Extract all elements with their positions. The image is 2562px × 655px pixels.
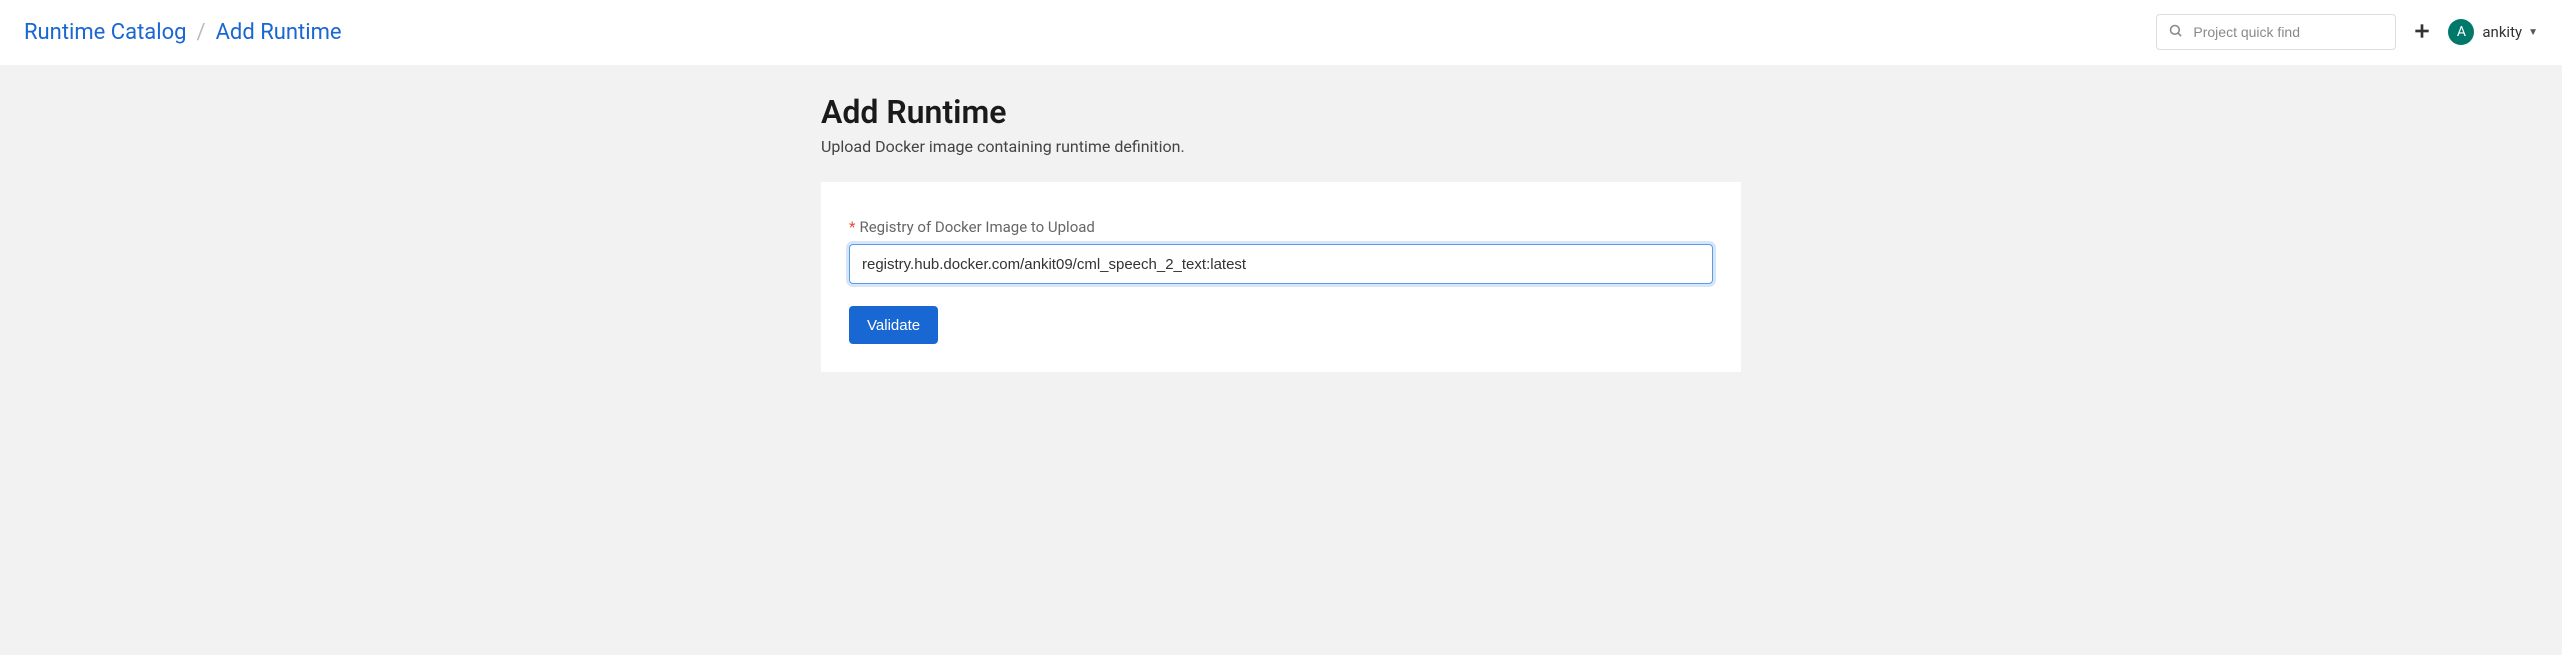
- header-actions: A ankity ▼: [2156, 14, 2538, 50]
- search-input[interactable]: [2156, 14, 2396, 50]
- avatar: A: [2448, 19, 2474, 45]
- validate-button[interactable]: Validate: [849, 306, 938, 344]
- page-subtitle: Upload Docker image containing runtime d…: [821, 137, 1741, 156]
- page-title: Add Runtime: [821, 93, 1741, 131]
- registry-input[interactable]: [849, 244, 1713, 284]
- search-wrap: [2156, 14, 2396, 50]
- user-menu[interactable]: A ankity ▼: [2448, 19, 2538, 45]
- form-card: *Registry of Docker Image to Upload Vali…: [821, 182, 1741, 372]
- add-button[interactable]: [2414, 20, 2430, 44]
- caret-down-icon: ▼: [2528, 27, 2538, 38]
- breadcrumb-root-link[interactable]: Runtime Catalog: [24, 20, 187, 45]
- user-name: ankity: [2482, 23, 2522, 41]
- breadcrumb-current-link[interactable]: Add Runtime: [216, 20, 342, 45]
- main-area: Add Runtime Upload Docker image containi…: [0, 65, 2562, 655]
- registry-field-label: *Registry of Docker Image to Upload: [849, 218, 1713, 236]
- breadcrumb-separator: /: [187, 20, 216, 45]
- container: Add Runtime Upload Docker image containi…: [821, 93, 1741, 372]
- required-star: *: [849, 218, 855, 236]
- breadcrumb: Runtime Catalog / Add Runtime: [24, 20, 342, 45]
- header: Runtime Catalog / Add Runtime A ankity ▼: [0, 0, 2562, 65]
